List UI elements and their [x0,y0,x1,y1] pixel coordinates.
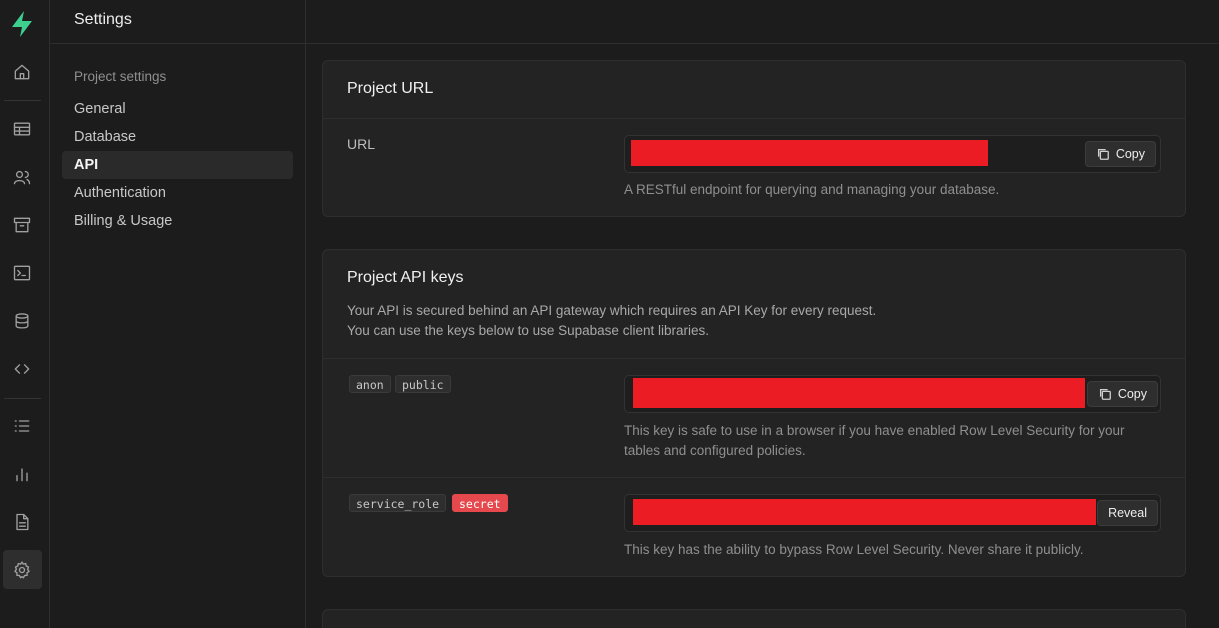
public-tag: public [395,375,451,393]
card-description-line-1: Your API is secured behind an API gatewa… [347,303,877,318]
anon-help-text: This key is safe to use in a browser if … [624,423,1125,458]
rail-divider [4,398,41,399]
settings-sidebar: Settings Project settings General Databa… [50,0,306,628]
copy-icon [1099,388,1111,400]
sidebar-item-api[interactable]: API [62,151,293,179]
auth-users-icon[interactable] [11,166,33,188]
url-label: URL [347,136,376,152]
api-docs-icon[interactable] [11,358,33,380]
copy-label: Copy [1115,147,1145,161]
redacted-value [631,140,988,166]
service-help-text: This key has the ability to bypass Row L… [624,542,1084,557]
rail-divider [4,100,41,101]
redacted-value [633,499,1096,525]
card-divider [323,118,1185,119]
sidebar-title: Settings [50,0,305,44]
sidebar-item-database[interactable]: Database [62,123,293,151]
reports-icon[interactable] [11,463,33,485]
api-keys-card: Project API keys Your API is secured beh… [322,249,1186,577]
next-card [322,609,1186,628]
home-icon[interactable] [11,61,33,83]
card-divider [323,358,1185,359]
table-editor-icon[interactable] [11,118,33,140]
copy-icon [1097,148,1109,160]
section-heading: Project settings [74,69,167,84]
sql-editor-icon[interactable] [11,262,33,284]
storage-icon[interactable] [11,214,33,236]
icon-rail [0,0,50,628]
url-field[interactable]: Copy [624,135,1161,173]
sidebar-item-authentication[interactable]: Authentication [62,179,293,207]
anon-tag: anon [349,375,391,393]
copy-label: Copy [1117,387,1147,401]
card-title: Project API keys [347,269,464,286]
anon-key-field[interactable]: Copy [624,375,1161,413]
card-title: Project URL [347,80,434,97]
card-description-line-2: You can use the keys below to use Supaba… [347,323,709,338]
settings-icon[interactable] [11,559,33,581]
sidebar-item-billing[interactable]: Billing & Usage [62,207,293,235]
logs-icon[interactable] [11,415,33,437]
copy-url-button[interactable]: Copy [1084,141,1156,167]
reveal-service-key-button[interactable]: Reveal [1097,500,1158,526]
database-icon[interactable] [11,310,33,332]
copy-anon-key-button[interactable]: Copy [1086,381,1158,407]
row-divider [323,477,1185,478]
service-key-field[interactable]: Reveal [624,494,1161,532]
redacted-value [633,378,1085,408]
docs-icon[interactable] [11,511,33,533]
project-url-card: Project URL URL Copy A RESTful endpoint … [322,60,1186,217]
secret-tag: secret [452,494,508,512]
main-header [306,0,1219,44]
url-help-text: A RESTful endpoint for querying and mana… [624,182,1000,197]
reveal-label: Reveal [1108,506,1147,520]
sidebar-item-general[interactable]: General [62,95,293,123]
logo-icon[interactable] [9,10,35,38]
service-role-tag: service_role [349,494,447,512]
